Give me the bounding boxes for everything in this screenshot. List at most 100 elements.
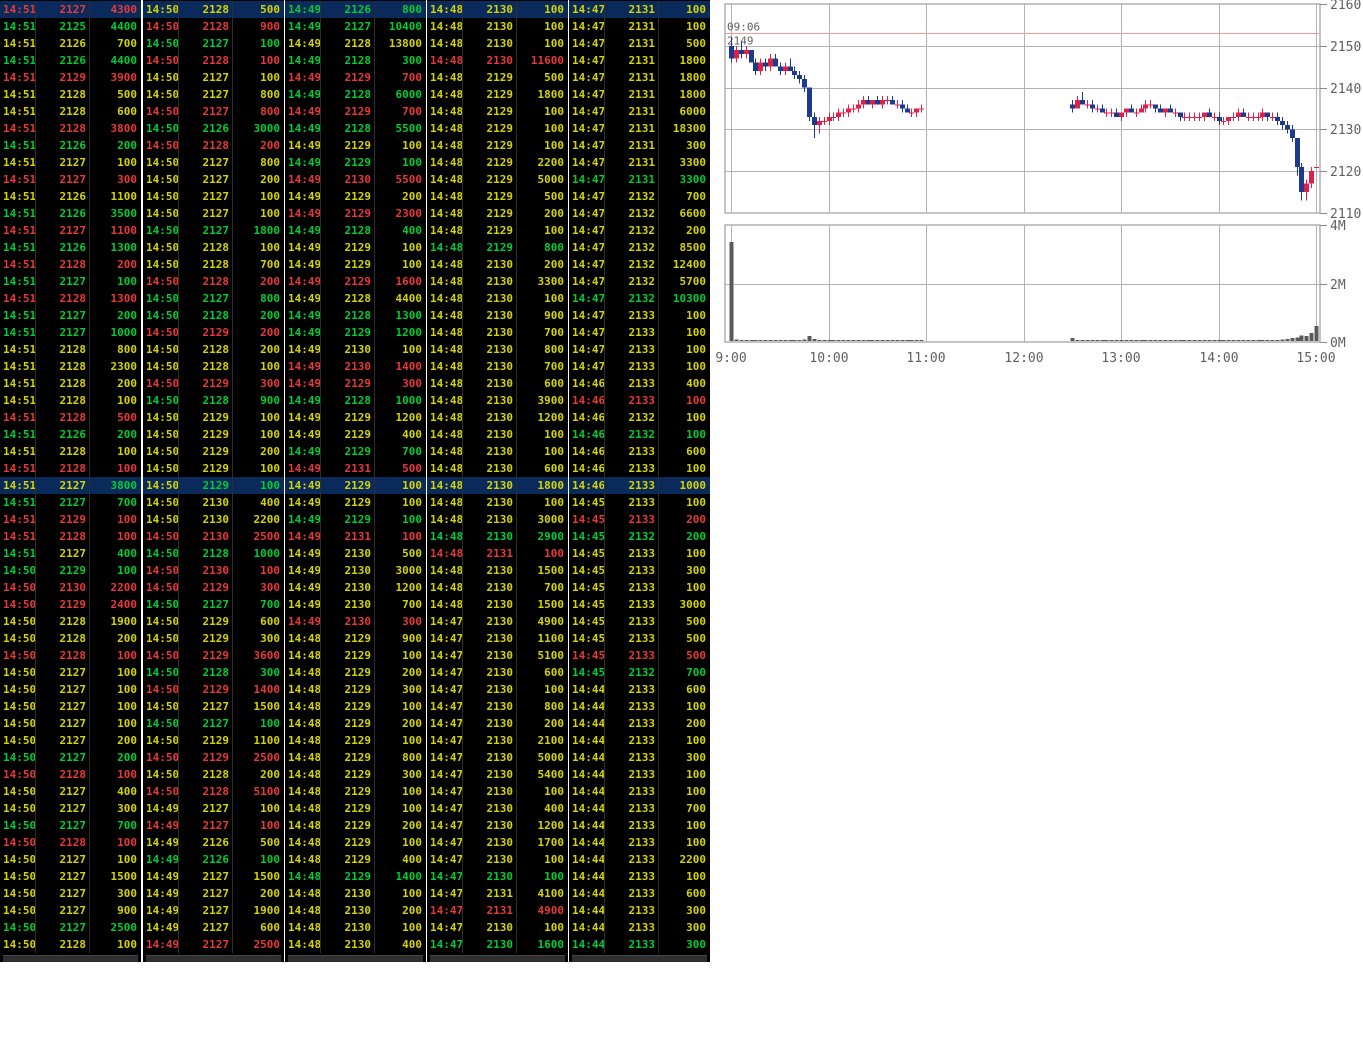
- tape-row[interactable]: 14:46 2133 600: [569, 443, 710, 460]
- tape-row[interactable]: 14:49 2129 700: [285, 69, 426, 86]
- tape-row[interactable]: 14:49 2126 500: [143, 834, 284, 851]
- tape-row[interactable]: 14:51 2128 200: [0, 375, 141, 392]
- tape-row[interactable]: 14:48 2129 500: [427, 69, 568, 86]
- tape-row[interactable]: 14:50 2129 100: [0, 562, 141, 579]
- tape-row-selected[interactable]: 14:49 2126 800: [285, 1, 426, 18]
- tape-row[interactable]: 14:48 2130 11600: [427, 52, 568, 69]
- tape-row[interactable]: 14:50 2128 5100: [143, 783, 284, 800]
- tape-row[interactable]: 14:47 2130 100: [427, 681, 568, 698]
- tape-row[interactable]: 14:50 2129 100: [143, 426, 284, 443]
- tape-row[interactable]: 14:45 2133 100: [569, 545, 710, 562]
- tape-row[interactable]: 14:50 2128 900: [143, 18, 284, 35]
- tape-row[interactable]: 14:48 2130 1500: [427, 596, 568, 613]
- tape-row[interactable]: 14:48 2130 1500: [427, 562, 568, 579]
- tape-row[interactable]: 14:49 2129 200: [285, 188, 426, 205]
- tape-row[interactable]: 14:50 2129 100: [143, 460, 284, 477]
- tape-row[interactable]: 14:48 2130 700: [427, 324, 568, 341]
- tape-row[interactable]: 14:50 2127 200: [0, 732, 141, 749]
- tape-row[interactable]: 14:48 2129 1800: [427, 86, 568, 103]
- tape-row[interactable]: 14:47 2131 1800: [569, 86, 710, 103]
- tape-row[interactable]: 14:49 2128 300: [285, 52, 426, 69]
- tape-row[interactable]: 14:50 2127 800: [143, 290, 284, 307]
- tape-row[interactable]: 14:48 2130 100: [427, 18, 568, 35]
- scrollbar-track[interactable]: [3, 955, 138, 962]
- tape-row[interactable]: 14:46 2133 400: [569, 375, 710, 392]
- tape-row[interactable]: 14:47 2132 200: [569, 222, 710, 239]
- tape-row[interactable]: 14:49 2130 1400: [285, 358, 426, 375]
- tape-row-selected[interactable]: 14:48 2130 1800: [427, 477, 568, 494]
- tape-row[interactable]: 14:49 2130 1200: [285, 579, 426, 596]
- tape-row[interactable]: 14:51 2127 700: [0, 494, 141, 511]
- tape-row[interactable]: 14:49 2129 100: [285, 256, 426, 273]
- tape-row[interactable]: 14:50 2129 200: [143, 324, 284, 341]
- tape-row[interactable]: 14:48 2130 100: [427, 35, 568, 52]
- tape-row[interactable]: 14:49 2127 600: [143, 919, 284, 936]
- tape-row[interactable]: 14:48 2129 200: [427, 205, 568, 222]
- tape-row[interactable]: 14:49 2126 100: [143, 851, 284, 868]
- tape-row[interactable]: 14:50 2129 600: [143, 613, 284, 630]
- tape-row[interactable]: 14:45 2133 100: [569, 494, 710, 511]
- tape-row[interactable]: 14:47 2130 1700: [427, 834, 568, 851]
- tape-row[interactable]: 14:48 2129 100: [285, 783, 426, 800]
- tape-row[interactable]: 14:49 2129 700: [285, 443, 426, 460]
- tape-row[interactable]: 14:47 2133 100: [569, 307, 710, 324]
- tape-row[interactable]: 14:51 2127 1000: [0, 324, 141, 341]
- tape-row[interactable]: 14:50 2127 100: [143, 188, 284, 205]
- tape-row[interactable]: 14:49 2131 100: [285, 528, 426, 545]
- tape-row[interactable]: 14:47 2133 100: [569, 324, 710, 341]
- tape-row[interactable]: 14:49 2129 2300: [285, 205, 426, 222]
- tape-row[interactable]: 14:45 2133 3000: [569, 596, 710, 613]
- tape-row[interactable]: 14:48 2129 1400: [285, 868, 426, 885]
- tape-row[interactable]: 14:49 2130 3000: [285, 562, 426, 579]
- tape-row[interactable]: 14:51 2128 500: [0, 409, 141, 426]
- tape-row[interactable]: 14:44 2133 600: [569, 885, 710, 902]
- tape-row[interactable]: 14:47 2131 1800: [569, 69, 710, 86]
- tape-row[interactable]: 14:47 2131 4100: [427, 885, 568, 902]
- tape-row[interactable]: 14:48 2129 300: [285, 681, 426, 698]
- tape-row[interactable]: 14:50 2127 100: [143, 715, 284, 732]
- tape-row[interactable]: 14:48 2129 800: [427, 239, 568, 256]
- tape-row[interactable]: 14:50 2128 200: [143, 341, 284, 358]
- tape-row[interactable]: 14:44 2133 100: [569, 766, 710, 783]
- tape-row[interactable]: 14:47 2132 700: [569, 188, 710, 205]
- tape-row[interactable]: 14:48 2130 700: [427, 579, 568, 596]
- tape-row[interactable]: 14:51 2128 2300: [0, 358, 141, 375]
- tape-row[interactable]: 14:50 2127 1500: [143, 698, 284, 715]
- tape-row[interactable]: 14:49 2130 100: [285, 341, 426, 358]
- tape-row[interactable]: 14:50 2127 800: [143, 103, 284, 120]
- tape-row[interactable]: 14:46 2133 100: [569, 460, 710, 477]
- tape-row[interactable]: 14:47 2130 4900: [427, 613, 568, 630]
- tape-row[interactable]: 14:49 2129 1600: [285, 273, 426, 290]
- tape-row[interactable]: 14:50 2128 100: [143, 52, 284, 69]
- tape-row[interactable]: 14:48 2130 200: [427, 256, 568, 273]
- tape-row[interactable]: 14:44 2133 200: [569, 715, 710, 732]
- tape-row[interactable]: 14:50 2127 100: [0, 664, 141, 681]
- tape-row[interactable]: 14:50 2129 2400: [0, 596, 141, 613]
- tape-row[interactable]: 14:50 2128 1900: [0, 613, 141, 630]
- tape-row[interactable]: 14:45 2133 500: [569, 630, 710, 647]
- tape-row[interactable]: 14:44 2133 100: [569, 698, 710, 715]
- tape-row[interactable]: 14:47 2131 6000: [569, 103, 710, 120]
- tape-row[interactable]: 14:51 2127 100: [0, 273, 141, 290]
- tape-row[interactable]: 14:51 2126 4400: [0, 52, 141, 69]
- tape-row[interactable]: 14:51 2128 100: [0, 460, 141, 477]
- tape-row[interactable]: 14:48 2129 2200: [427, 154, 568, 171]
- tape-row[interactable]: 14:50 2129 100: [143, 409, 284, 426]
- tape-row[interactable]: 14:50 2129 1400: [143, 681, 284, 698]
- tape-row[interactable]: 14:45 2133 500: [569, 613, 710, 630]
- tape-row[interactable]: 14:48 2130 3900: [427, 392, 568, 409]
- tape-row[interactable]: 14:44 2133 600: [569, 681, 710, 698]
- tape-row[interactable]: 14:44 2133 700: [569, 800, 710, 817]
- tape-row[interactable]: 14:50 2128 100: [0, 936, 141, 953]
- tape-row[interactable]: 14:45 2133 500: [569, 647, 710, 664]
- tape-row[interactable]: 14:50 2129 300: [143, 375, 284, 392]
- tape-row[interactable]: 14:51 2127 1100: [0, 222, 141, 239]
- tape-row[interactable]: 14:48 2129 400: [285, 851, 426, 868]
- tape-row[interactable]: 14:48 2130 700: [427, 358, 568, 375]
- tape-row[interactable]: 14:50 2127 800: [143, 86, 284, 103]
- tape-row[interactable]: 14:47 2131 18300: [569, 120, 710, 137]
- tape-row[interactable]: 14:47 2131 100: [569, 18, 710, 35]
- tape-row[interactable]: 14:46 2132 100: [569, 409, 710, 426]
- tape-row[interactable]: 14:50 2127 1800: [143, 222, 284, 239]
- tape-row[interactable]: 14:48 2129 100: [427, 137, 568, 154]
